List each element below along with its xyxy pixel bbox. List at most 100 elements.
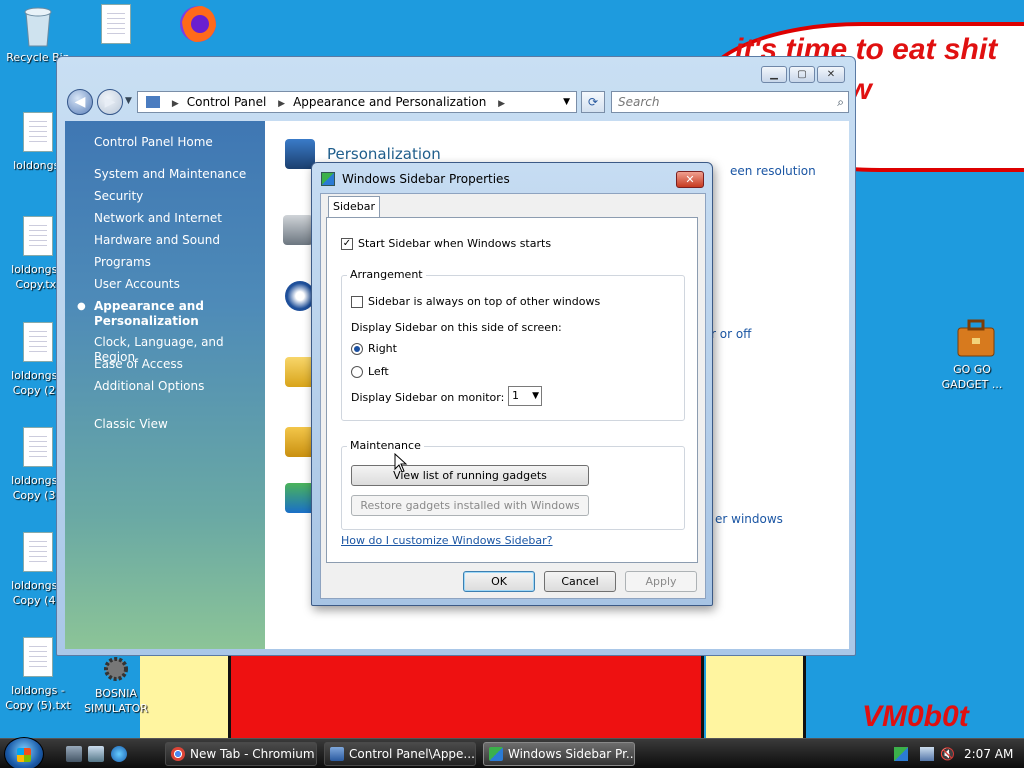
monitor-select[interactable]: 1 ▼ [508,386,542,406]
briefcase-icon [954,316,995,360]
document-icon [20,112,56,156]
chromium-icon [171,747,185,761]
tab-sidebar[interactable]: Sidebar [328,196,380,218]
sidebar-item-user-accounts[interactable]: User Accounts [94,277,259,292]
partial-link-windows[interactable]: er windows [715,512,783,526]
always-on-top-label[interactable]: Sidebar is always on top of other window… [368,295,600,308]
personalization-icon [285,139,315,169]
taskbar-button-label: Windows Sidebar Pr... [508,747,635,761]
address-bar[interactable]: ▶ Control Panel ▶ Appearance and Personali… [137,91,577,113]
desktop-icon-firefox[interactable] [156,2,232,48]
network-icon[interactable] [920,747,934,761]
document-icon [20,532,56,576]
tab-panel: ✓ Start Sidebar when Windows starts Arra… [326,217,698,563]
taskbar-button-control-panel[interactable]: Control Panel\Appe... [324,742,476,766]
sidebar-item-additional[interactable]: Additional Options [94,379,259,394]
side-left-radio[interactable] [351,366,363,378]
checkmark-icon: ✓ [342,238,352,249]
search-icon[interactable]: ⌕ [837,92,844,112]
wallpaper-signature: VM0b0t [862,700,969,733]
desktop-icon-text-file[interactable] [78,4,154,50]
firefox-icon [176,2,216,46]
control-panel-sidebar: Control Panel Home System and Maintenanc… [65,121,265,649]
taskbar-button-sidebar-properties[interactable]: Windows Sidebar Pr... [483,742,635,766]
show-desktop-icon[interactable] [66,746,82,762]
start-button[interactable] [4,737,44,768]
windows-sidebar-icon [489,747,503,761]
sidebar-item-hardware[interactable]: Hardware and Sound [94,233,259,248]
gear-icon [98,654,134,684]
sidebar-item-security[interactable]: Security [94,189,259,204]
sidebar-item-network[interactable]: Network and Internet [94,211,259,226]
desktop-icon-bosnia-simulator[interactable]: BOSNIA SIMULATOR [78,654,154,716]
minimize-button[interactable]: ▁ [761,66,787,83]
maintenance-caption: Maintenance [347,439,424,452]
taskbar: New Tab - Chromium Control Panel\Appe...… [0,737,1024,768]
address-dropdown-arrow[interactable]: ▼ [563,92,570,112]
navigation-bar: ◀ ▶ ▼ ▶ Control Panel ▶ Appearance and Per… [65,87,849,117]
sidebar-item-programs[interactable]: Programs [94,255,259,270]
internet-explorer-icon[interactable] [111,746,127,762]
close-button[interactable]: ✕ [817,66,845,83]
wallpaper-figure-right [706,650,806,742]
sidebar-item-home[interactable]: Control Panel Home [94,135,259,150]
partial-link-on-off[interactable]: r or off [711,327,751,341]
forward-button[interactable]: ▶ [97,89,123,115]
document-icon [20,637,56,681]
sidebar-tray-icon[interactable] [894,747,908,761]
document-icon [98,4,134,48]
side-left-label[interactable]: Left [368,365,389,378]
recycle-bin-icon [20,4,56,48]
arrangement-caption: Arrangement [347,268,426,281]
maximize-button[interactable]: ▢ [789,66,815,83]
chevron-down-icon: ▼ [532,391,539,401]
desktop-icon-go-go-gadget[interactable]: GO GO GADGET ... [934,316,1010,392]
cancel-button[interactable]: Cancel [544,571,616,592]
recent-pages-arrow[interactable]: ▼ [125,96,132,106]
control-panel-icon [330,747,344,761]
sidebar-item-classic-view[interactable]: Classic View [94,417,259,432]
restore-gadgets-button[interactable]: Restore gadgets installed with Windows [351,495,589,516]
back-button[interactable]: ◀ [67,89,93,115]
taskbar-button-label: Control Panel\Appe... [349,747,475,761]
partial-link-screen-resolution[interactable]: een resolution [730,164,816,178]
maintenance-group [341,446,685,530]
sidebar-item-appearance[interactable]: Appearance and Personalization [94,299,214,329]
breadcrumb-control-panel[interactable]: Control Panel [187,95,267,109]
sidebar-item-system[interactable]: System and Maintenance [94,167,259,182]
taskbar-button-chromium[interactable]: New Tab - Chromium [165,742,317,766]
document-icon [20,427,56,471]
sidebar-properties-dialog: Windows Sidebar Properties ✕ Sidebar ✓ S… [311,162,713,606]
start-with-windows-label[interactable]: Start Sidebar when Windows starts [358,237,551,250]
switch-windows-icon[interactable] [88,746,104,762]
volume-muted-icon[interactable]: 🔇 [940,747,955,761]
ok-button[interactable]: OK [463,571,535,592]
view-gadgets-button[interactable]: View list of running gadgets [351,465,589,486]
active-bullet-icon: ● [77,301,86,312]
control-panel-icon [146,96,160,108]
desktop-icon-label: GO GO GADGET ... [941,363,1003,391]
apply-button[interactable]: Apply [625,571,697,592]
start-with-windows-checkbox[interactable]: ✓ [341,238,353,250]
window-controls: ▁ ▢ ✕ [761,66,845,83]
mouse-cursor-icon [394,453,408,473]
search-placeholder: Search [618,95,660,109]
always-on-top-checkbox[interactable] [351,296,363,308]
refresh-button[interactable]: ⟳ [581,91,605,113]
search-input[interactable]: Search ⌕ [611,91,849,113]
desktop-icon-label: BOSNIA SIMULATOR [84,687,148,715]
taskbar-icon [283,215,313,245]
breadcrumb-appearance[interactable]: Appearance and Personalization [293,95,486,109]
side-right-radio[interactable] [351,343,363,355]
side-right-label[interactable]: Right [368,342,397,355]
dialog-close-button[interactable]: ✕ [676,171,704,188]
taskbar-button-label: New Tab - Chromium [190,747,315,761]
personalization-title[interactable]: Personalization [327,145,441,163]
monitor-value: 1 [512,389,519,402]
side-prompt: Display Sidebar on this side of screen: [351,321,562,334]
help-link[interactable]: How do I customize Windows Sidebar? [341,534,553,547]
sidebar-item-ease-of-access[interactable]: Ease of Access [94,357,259,372]
wallpaper-figure-body [228,650,704,742]
windows-sidebar-icon [321,172,335,186]
clock[interactable]: 2:07 AM [964,739,1013,768]
